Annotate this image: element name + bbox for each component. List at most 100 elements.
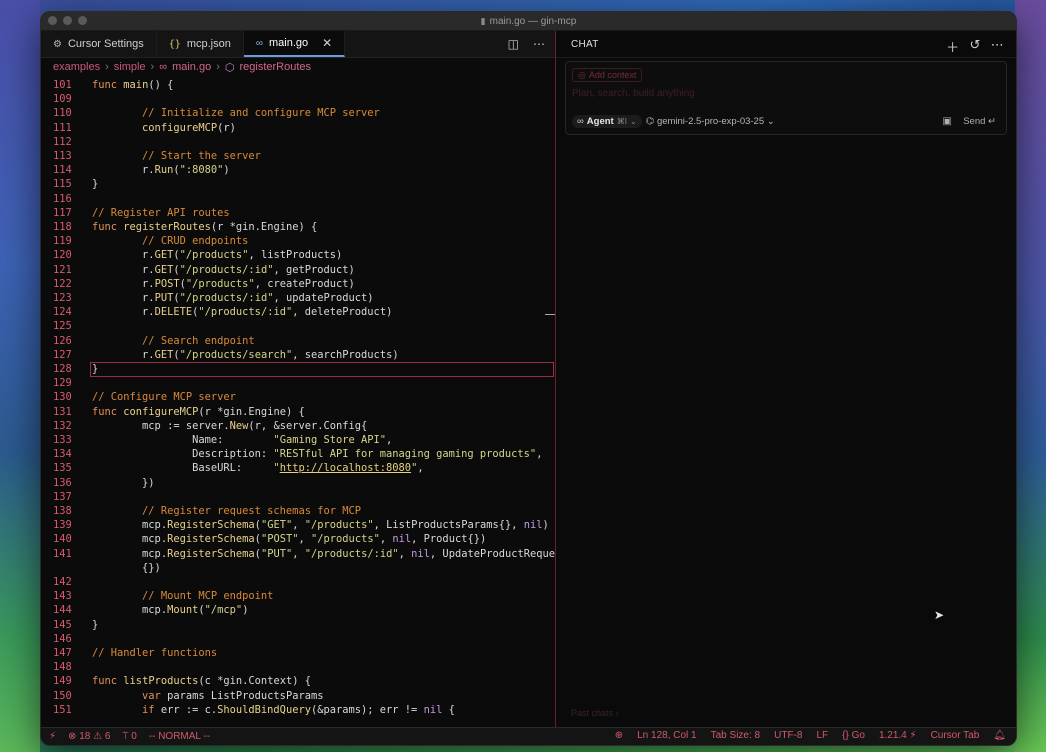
ports-indicator[interactable]: ⍡ 0: [122, 731, 136, 742]
code-line[interactable]: 130 // Configure MCP server: [41, 390, 555, 404]
remote-icon[interactable]: ⚡: [49, 731, 56, 742]
code-line[interactable]: 143 // Mount MCP endpoint: [41, 589, 555, 603]
send-button[interactable]: Send ↵: [963, 116, 996, 127]
code-line[interactable]: 112: [41, 135, 555, 149]
new-chat-icon[interactable]: ＋: [946, 37, 959, 56]
code-line[interactable]: 119 // CRUD endpoints: [41, 234, 555, 248]
scrollbar-marker[interactable]: [545, 314, 555, 315]
cursor-tab[interactable]: Cursor Tab: [931, 730, 980, 741]
close-window-button[interactable]: [48, 16, 57, 25]
cursor-position[interactable]: Ln 128, Col 1: [637, 730, 697, 741]
code-line[interactable]: 118 func registerRoutes(r *gin.Engine) {: [41, 220, 555, 234]
close-icon[interactable]: ✕: [322, 36, 332, 50]
code-line[interactable]: 142: [41, 575, 555, 589]
more-icon[interactable]: ⋯: [991, 37, 1004, 56]
code-line[interactable]: 126 // Search endpoint: [41, 334, 555, 348]
language-mode[interactable]: {} Go: [842, 730, 865, 741]
bell-icon[interactable]: 🔔︎: [993, 730, 1006, 741]
minimize-window-button[interactable]: [63, 16, 72, 25]
line-number: 113: [53, 150, 72, 162]
code-line[interactable]: 138 // Register request schemas for MCP: [41, 504, 555, 518]
code-line[interactable]: 141 mcp.RegisterSchema("PUT", "/products…: [41, 547, 568, 561]
breadcrumb-simple[interactable]: simple: [114, 61, 146, 73]
code-line[interactable]: 127 r.GET("/products/search", searchProd…: [41, 348, 555, 362]
zoom-icon[interactable]: ⊕: [615, 730, 623, 741]
line-number: 146: [53, 632, 72, 645]
code-line[interactable]: 113 // Start the server: [41, 149, 555, 163]
code-line[interactable]: 125: [41, 319, 555, 333]
go-version[interactable]: 1.21.4 ⚡: [879, 730, 917, 741]
code-line[interactable]: 146: [41, 632, 555, 646]
line-code: // Search endpoint: [92, 334, 255, 347]
code-line[interactable]: 144 mcp.Mount("/mcp"): [41, 603, 555, 617]
code-line[interactable]: 109: [41, 92, 555, 106]
code-line[interactable]: 116: [41, 192, 555, 206]
code-line[interactable]: 135 BaseURL: "http://localhost:8080",: [41, 461, 555, 475]
code-line[interactable]: 123 r.PUT("/products/:id", updateProduct…: [41, 291, 555, 305]
code-line[interactable]: 122 r.POST("/products", createProduct): [41, 277, 555, 291]
code-line[interactable]: 129: [41, 376, 555, 390]
code-line[interactable]: 117 // Register API routes: [41, 206, 555, 220]
code-line[interactable]: 134 Description: "RESTful API for managi…: [41, 447, 555, 461]
model-selector[interactable]: ⌬ gemini-2.5-pro-exp-03-25 ⌄: [646, 116, 775, 127]
code-line[interactable]: 133 Name: "Gaming Store API",: [41, 433, 555, 447]
code-editor[interactable]: 101 func main() {109 110 // Initialize and…: [41, 76, 568, 728]
code-line[interactable]: 120 r.GET("/products", listProducts): [41, 248, 555, 262]
chevron-down-icon: ⌄: [766, 116, 775, 127]
add-context-label: Add context: [588, 70, 637, 80]
breadcrumb-register-routes[interactable]: registerRoutes: [239, 61, 311, 73]
code-line[interactable]: 139 mcp.RegisterSchema("GET", "/products…: [41, 518, 555, 532]
chat-input-placeholder[interactable]: Plan, search, build anything: [572, 88, 695, 99]
tab-size[interactable]: Tab Size: 8: [711, 730, 760, 741]
line-number: 134: [53, 448, 72, 461]
history-icon[interactable]: ↺: [969, 37, 980, 56]
breadcrumb-examples[interactable]: examples: [53, 61, 100, 73]
code-line[interactable]: 150 var params ListProductsParams: [41, 689, 555, 703]
image-icon[interactable]: ▣: [943, 116, 952, 127]
past-chats-link[interactable]: Past chats ›: [571, 708, 619, 718]
tab-main-go[interactable]: ∞ main.go ✕: [243, 31, 346, 57]
breadcrumb-main-go[interactable]: main.go: [172, 61, 211, 73]
code-line[interactable]: 149 func listProducts(c *gin.Context) {: [41, 674, 555, 688]
code-line[interactable]: 151 if err := c.ShouldBindQuery(&params)…: [41, 703, 555, 717]
code-line[interactable]: 124 r.DELETE("/products/:id", deleteProd…: [41, 305, 555, 319]
line-ending[interactable]: LF: [816, 730, 828, 741]
line-code: // Handler functions: [92, 647, 218, 659]
problems-indicator[interactable]: ⊗ 18 ⚠ 6: [68, 731, 110, 742]
line-number: 110: [53, 107, 72, 120]
code-line[interactable]: 128}: [41, 362, 555, 377]
code-line[interactable]: 147 // Handler functions: [41, 646, 555, 660]
code-line[interactable]: {}): [41, 561, 555, 575]
code-line[interactable]: 148: [41, 660, 555, 674]
function-icon: ⬡: [224, 61, 235, 74]
line-code: Description: "RESTful API for managing g…: [92, 448, 543, 461]
code-line[interactable]: 137: [41, 490, 555, 504]
code-line[interactable]: 136 }): [41, 476, 555, 490]
code-line[interactable]: 140 mcp.RegisterSchema("POST", "/product…: [41, 532, 555, 546]
add-context-button[interactable]: ◎ Add context: [572, 68, 643, 82]
agent-mode-selector[interactable]: ∞ Agent ⌘I ⌄: [572, 115, 642, 128]
line-code: mcp.RegisterSchema("GET", "/products", L…: [92, 519, 549, 532]
chat-title: CHAT: [571, 38, 599, 50]
code-line[interactable]: 132 mcp := server.New(r, &server.Config{: [41, 419, 555, 433]
zoom-window-button[interactable]: [78, 16, 87, 25]
encoding[interactable]: UTF-8: [774, 730, 802, 741]
file-icon: ▮: [480, 15, 486, 26]
split-editor-icon[interactable]: ◫: [508, 37, 519, 51]
breadcrumb: examples › simple › ∞ main.go › ⬡ regist…: [41, 58, 555, 76]
code-line[interactable]: 110 // Initialize and configure MCP serv…: [41, 106, 555, 120]
tab-mcp-json[interactable]: {} mcp.json: [157, 31, 244, 57]
code-line[interactable]: 145}: [41, 618, 555, 632]
tab-cursor-settings[interactable]: ⚙ Cursor Settings: [41, 31, 157, 57]
chat-input-box[interactable]: ◎ Add context Plan, search, build anythi…: [565, 61, 1007, 135]
code-line[interactable]: 111 configureMCP(r): [41, 121, 555, 135]
code-line[interactable]: 114 r.Run(":8080"): [41, 163, 555, 177]
more-actions-icon[interactable]: ⋯: [533, 37, 545, 51]
line-code: r.PUT("/products/:id", updateProduct): [92, 292, 374, 304]
code-line[interactable]: 121 r.GET("/products/:id", getProduct): [41, 263, 555, 277]
code-line[interactable]: 131 func configureMCP(r *gin.Engine) {: [41, 405, 555, 419]
agent-label: Agent: [586, 116, 614, 127]
code-line[interactable]: 115}: [41, 177, 555, 191]
code-line[interactable]: 101 func main() {: [41, 78, 555, 92]
window-title: main.go — gin-mcp: [489, 15, 577, 27]
